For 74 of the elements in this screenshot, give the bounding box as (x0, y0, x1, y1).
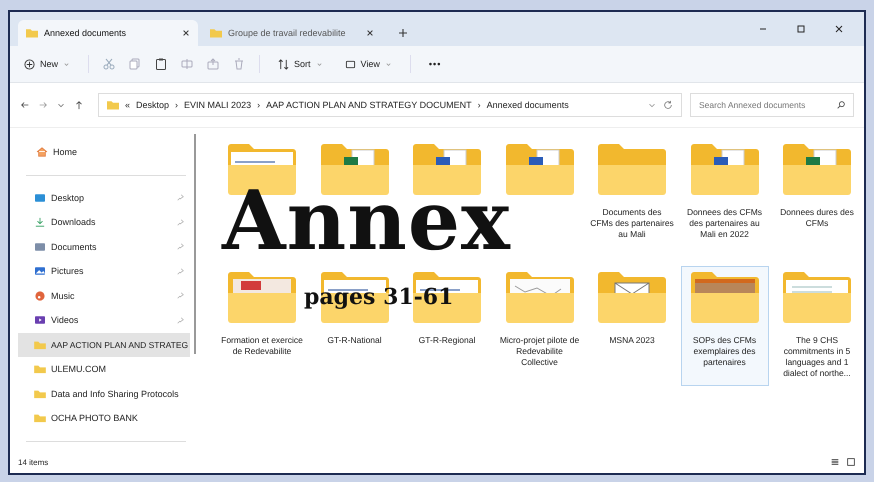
pictures-icon (34, 266, 46, 276)
sort-button[interactable]: Sort (274, 54, 327, 74)
sort-icon (278, 58, 290, 70)
caret-icon (384, 60, 392, 68)
documents-icon (34, 242, 46, 252)
refresh-icon[interactable] (663, 100, 673, 110)
paste-icon[interactable] (155, 58, 168, 70)
close-icon[interactable] (366, 29, 374, 37)
sidebar-item[interactable]: Desktop (18, 186, 190, 210)
back-icon[interactable] (20, 100, 30, 110)
folder-icon (34, 388, 46, 399)
search-icon (836, 100, 846, 110)
folder-icon (34, 413, 46, 424)
close-icon[interactable] (834, 24, 844, 34)
folder-name[interactable]: Documents des CFMs des partenaires au Mali (590, 207, 674, 240)
up-icon[interactable] (74, 100, 84, 110)
desktop-icon (34, 192, 46, 203)
tab[interactable]: Groupe de travail redevabilite (202, 20, 382, 46)
folder-icon (34, 364, 46, 374)
maximize-icon[interactable] (796, 24, 806, 34)
forward-icon[interactable] (38, 100, 48, 110)
sidebar-item[interactable]: Music (18, 284, 190, 308)
folder-icon (26, 28, 38, 38)
folder-name[interactable]: Donnees dures des CFMs (775, 207, 859, 230)
close-icon[interactable] (182, 29, 190, 37)
folder-icon (34, 340, 46, 350)
caret-icon (316, 60, 323, 68)
sidebar-item[interactable]: Videos (18, 308, 190, 332)
new-button[interactable]: New (20, 54, 74, 74)
breadcrumb[interactable]: Desktop (136, 100, 170, 110)
more-button[interactable]: ••• (424, 55, 446, 73)
details-view-icon[interactable] (830, 457, 840, 467)
music-icon (34, 290, 46, 301)
breadcrumb-separator: › (257, 100, 260, 110)
sidebar-item[interactable]: ULEMU.COM (18, 357, 190, 382)
home-icon (36, 147, 48, 158)
item-count: 14 items (18, 458, 48, 466)
add-icon (24, 58, 35, 70)
folder-icon (107, 100, 119, 110)
breadcrumb-overflow[interactable]: « (125, 100, 130, 110)
sidebar-item[interactable]: AAP ACTION PLAN AND STRATEG (18, 332, 190, 357)
download-icon (34, 217, 46, 228)
videos-icon (34, 315, 46, 326)
breadcrumb[interactable]: Annexed documents (486, 100, 569, 110)
search-field[interactable]: Search Annexed documents (690, 93, 854, 117)
sidebar-item[interactable]: OCHA PHOTO BANK (18, 406, 190, 430)
folder-name[interactable]: MSNA 2023 (590, 335, 674, 346)
sidebar-item[interactable]: Documents (18, 234, 190, 259)
selected-folder-item[interactable]: SOPs des CFMs exemplaires des partenaires (680, 266, 768, 386)
folder-icon[interactable] (690, 143, 760, 197)
address-bar[interactable]: « Desktop › EVIN MALI 2023 › AAP ACTION PLAN AND STRATEGY DOCUMENT › Annexed documents (98, 93, 682, 117)
breadcrumb[interactable]: AAP ACTION PLAN AND STRATEGY DOCUMENT (266, 100, 472, 110)
view-icon (344, 58, 356, 70)
tab[interactable]: Annexed documents (18, 20, 198, 46)
breadcrumb-separator: › (478, 100, 481, 110)
folder-icon (210, 28, 222, 38)
tiles-view-icon[interactable] (846, 457, 856, 467)
folder-name[interactable]: The 9 CHS commitments in 5 languages and 1 dialect of northe... (775, 335, 859, 380)
sidebar-item[interactable]: Data and Info Sharing Protocols (18, 382, 190, 406)
folder-name[interactable]: SOPs des CFMs exemplaires des partenaires (682, 335, 766, 368)
folder-name[interactable]: GT-R-Regional (405, 335, 489, 346)
folder-name[interactable]: Formation et exercice de Redevabilite (220, 335, 304, 358)
folder-name[interactable]: Micro-projet pilote de Redevabilite Collective (498, 335, 582, 368)
annex-title: Annex (222, 180, 511, 262)
sidebar-item[interactable]: Pictures (18, 259, 190, 284)
folder-name[interactable]: Donnees des CFMs des partenaires au Mali en 2022 (682, 207, 766, 240)
breadcrumb[interactable]: EVIN MALI 2023 (184, 100, 252, 110)
view-button[interactable]: View (340, 54, 396, 74)
folder-name[interactable]: GT-R-National (312, 335, 396, 346)
caret-icon (63, 60, 70, 68)
breadcrumb-separator: › (175, 100, 178, 110)
sidebar-item[interactable]: Downloads (18, 210, 190, 234)
sidebar-item[interactable]: Home (18, 140, 190, 164)
add-tab-icon[interactable] (398, 28, 408, 38)
